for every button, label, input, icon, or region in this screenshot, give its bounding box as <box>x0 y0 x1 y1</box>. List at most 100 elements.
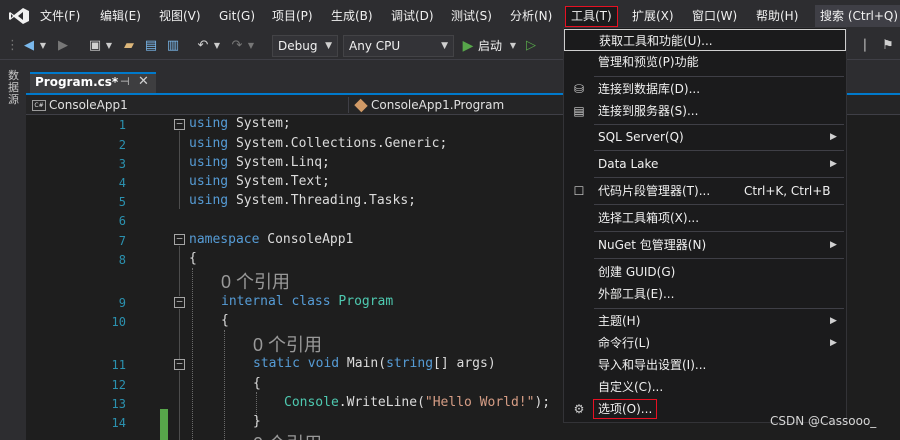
menu-test[interactable]: 测试(S) <box>451 0 492 32</box>
undo-icon[interactable]: ↶ <box>194 36 212 56</box>
codelens-references[interactable]: 0 个引用 <box>253 430 322 440</box>
menu-item-connect-database[interactable]: ⛁ 连接到数据库(D)... <box>564 78 846 100</box>
menu-item-import-export[interactable]: 导入和导出设置(I)... <box>564 354 846 376</box>
redo-icon[interactable]: ↷ <box>228 36 246 56</box>
platform-select[interactable]: Any CPU ▼ <box>343 35 454 57</box>
code-line: { <box>189 251 197 266</box>
data-sources-tab[interactable]: 数据源 <box>8 70 20 106</box>
code-line: using System; <box>189 116 291 131</box>
menu-item-snippet-manager[interactable]: ☐ 代码片段管理器(T)... Ctrl+K, Ctrl+B <box>564 180 846 202</box>
collapse-toggle-icon[interactable]: − <box>174 296 185 308</box>
collapse-toggle-icon[interactable]: − <box>174 233 185 245</box>
submenu-arrow-icon: ▶ <box>830 240 837 250</box>
menu-file[interactable]: 文件(F) <box>40 0 80 32</box>
menu-separator <box>594 308 844 309</box>
database-connect-icon: ⛁ <box>573 82 585 96</box>
line-number: 13 <box>111 397 126 411</box>
menu-item-choose-toolbox[interactable]: 选择工具箱项(X)... <box>564 207 846 229</box>
menu-item-nuget[interactable]: NuGet 包管理器(N) ▶ <box>564 234 846 256</box>
checkbox-icon: ☐ <box>573 184 585 198</box>
new-project-icon[interactable]: ▣ <box>86 36 104 56</box>
configuration-value: Debug <box>278 39 318 53</box>
menu-item-manage-preview[interactable]: 管理和预览(P)功能 <box>564 51 846 73</box>
menu-item-label: 获取工具和功能(U)... <box>599 34 713 48</box>
menu-item-customize[interactable]: 自定义(C)... <box>564 376 846 398</box>
indent-guide <box>224 330 225 440</box>
menu-analyze[interactable]: 分析(N) <box>510 0 552 32</box>
tools-menu: 获取工具和功能(U)... 管理和预览(P)功能 ⛁ 连接到数据库(D)... … <box>563 27 847 423</box>
menu-item-data-lake[interactable]: Data Lake ▶ <box>564 153 846 175</box>
code-line: using System.Threading.Tasks; <box>189 193 416 208</box>
menu-separator <box>594 231 844 232</box>
code-line: static void Main(string[] args) <box>253 356 496 371</box>
menu-build[interactable]: 生成(B) <box>331 0 373 32</box>
tab-program-cs[interactable]: Program.cs* ⊣ ✕ <box>30 72 156 93</box>
menu-item-theme[interactable]: 主题(H) ▶ <box>564 310 846 332</box>
menu-separator <box>594 204 844 205</box>
code-line: } <box>253 414 261 429</box>
start-button[interactable]: 启动 <box>478 36 508 56</box>
menu-item-label: 代码片段管理器(T)... <box>598 184 711 198</box>
menu-separator <box>594 76 844 77</box>
code-line: using System.Linq; <box>189 155 330 170</box>
start-without-debugging-icon[interactable]: ▷ <box>522 36 540 56</box>
close-icon[interactable]: ✕ <box>138 74 149 89</box>
code-line: namespace ConsoleApp1 <box>189 232 354 247</box>
menu-item-command-line[interactable]: 命令行(L) ▶ <box>564 332 846 354</box>
comment-icon[interactable]: ⎸ <box>864 36 878 56</box>
project-dropdown[interactable]: C# ConsoleApp1 <box>32 97 128 113</box>
configuration-select[interactable]: Debug ▼ <box>272 35 338 57</box>
chevron-down-icon[interactable]: ▼ <box>508 36 518 56</box>
bookmark-icon[interactable]: ⚑ <box>880 36 896 56</box>
menu-item-label: 导入和导出设置(I)... <box>598 358 707 372</box>
watermark: CSDN @Cassooo_ <box>770 414 877 428</box>
menu-separator <box>594 258 844 259</box>
chevron-down-icon[interactable]: ▼ <box>104 36 114 56</box>
menu-item-label: 自定义(C)... <box>598 380 664 394</box>
type-dropdown[interactable]: ConsoleApp1.Program <box>354 97 505 113</box>
tab-title: Program.cs* <box>35 75 119 89</box>
menu-git[interactable]: Git(G) <box>219 0 255 32</box>
menu-item-label: 外部工具(E)... <box>598 287 675 301</box>
chevron-down-icon: ▼ <box>325 41 332 51</box>
collapse-toggle-icon[interactable]: − <box>174 358 185 370</box>
menu-edit[interactable]: 编辑(E) <box>100 0 141 32</box>
menu-item-label: SQL Server(Q) <box>598 130 684 144</box>
menu-item-get-tools[interactable]: 获取工具和功能(U)... <box>564 29 846 51</box>
menu-item-label: 命令行(L) <box>598 336 651 350</box>
line-number: 2 <box>118 138 126 152</box>
save-icon[interactable]: ▤ <box>142 36 160 56</box>
menu-project[interactable]: 项目(P) <box>272 0 313 32</box>
chevron-down-icon[interactable]: ▼ <box>212 36 222 56</box>
navigate-back-icon[interactable]: ◀ <box>20 36 38 56</box>
menu-tools[interactable]: 工具(T) <box>565 6 618 27</box>
code-line: using System.Collections.Generic; <box>189 136 448 151</box>
menu-debug[interactable]: 调试(D) <box>391 0 434 32</box>
search-box[interactable]: 搜索 (Ctrl+Q) <box>815 5 900 27</box>
menu-item-connect-server[interactable]: ▤ 连接到服务器(S)... <box>564 100 846 122</box>
open-folder-icon[interactable]: ▰ <box>120 36 138 56</box>
collapse-toggle-icon[interactable]: − <box>174 118 185 130</box>
code-line: { <box>221 313 229 328</box>
type-name: ConsoleApp1.Program <box>371 98 505 112</box>
change-indicator-bar <box>160 409 168 440</box>
pin-icon[interactable]: ⊣ <box>120 75 130 88</box>
chevron-down-icon[interactable]: ▼ <box>38 36 48 56</box>
menu-item-sql-server[interactable]: SQL Server(Q) ▶ <box>564 126 846 148</box>
save-all-icon[interactable]: ▥ <box>164 36 182 56</box>
submenu-arrow-icon: ▶ <box>830 132 837 142</box>
chevron-down-icon[interactable]: ▼ <box>246 36 256 56</box>
menu-item-label: 创建 GUID(G) <box>598 265 676 279</box>
menu-view[interactable]: 视图(V) <box>159 0 201 32</box>
submenu-arrow-icon: ▶ <box>830 316 837 326</box>
codelens-references[interactable]: 0 个引用 <box>221 268 290 294</box>
navigate-forward-icon[interactable]: ▶ <box>54 36 72 56</box>
start-play-icon[interactable]: ▶ <box>460 36 476 56</box>
menu-item-external-tools[interactable]: 外部工具(E)... <box>564 283 846 305</box>
menu-separator <box>594 177 844 178</box>
menu-item-create-guid[interactable]: 创建 GUID(G) <box>564 261 846 283</box>
codelens-references[interactable]: 0 个引用 <box>253 331 322 357</box>
code-line: { <box>253 376 261 391</box>
line-number: 4 <box>118 176 126 190</box>
class-icon <box>354 98 368 113</box>
